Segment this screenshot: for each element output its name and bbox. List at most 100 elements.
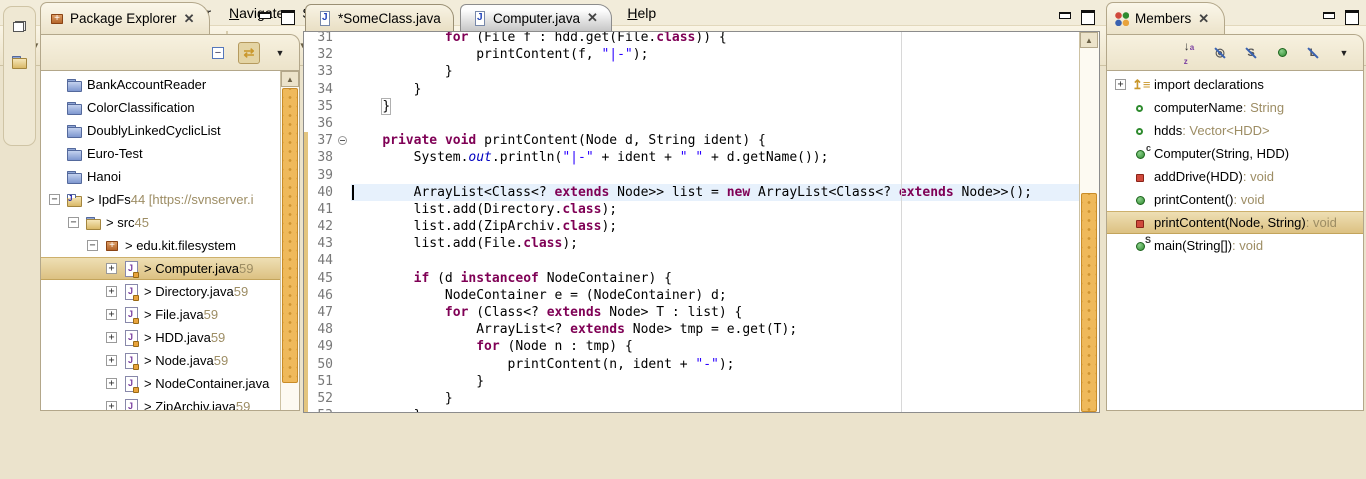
editor-tab--SomeClass-java[interactable]: *SomeClass.java: [305, 4, 454, 31]
tree-item-edu-kit-filesystem[interactable]: −> edu.kit.filesystem: [41, 234, 280, 257]
line-number: 31: [308, 31, 337, 46]
members-tab[interactable]: Members ✕: [1106, 2, 1225, 34]
tree-item-hanoi[interactable]: Hanoi: [41, 165, 280, 188]
expand-toggle[interactable]: +: [106, 309, 117, 320]
expand-toggle[interactable]: +: [106, 263, 117, 274]
open-perspective-icon[interactable]: [11, 54, 29, 70]
minimize-view-button[interactable]: [258, 10, 271, 21]
collapse-toggle[interactable]: −: [68, 217, 79, 228]
member-import-declarations[interactable]: +↥≡import declarations: [1107, 73, 1363, 96]
show-fields-button[interactable]: [1271, 42, 1293, 64]
maximize-editor-button[interactable]: [1081, 10, 1094, 21]
code-line-51[interactable]: }: [351, 373, 1079, 390]
tree-item-ziparchiv-java[interactable]: +> ZipArchiv.java 59: [41, 395, 280, 410]
collapse-fold-icon[interactable]: [338, 136, 347, 145]
minimize-view-button[interactable]: [1322, 10, 1335, 21]
code-editor[interactable]: 3132333435363738394041424344454647484950…: [303, 31, 1100, 413]
tree-item-directory-java[interactable]: +> Directory.java 59: [41, 280, 280, 303]
fold-column: [337, 31, 351, 46]
tree-item-ipdfs[interactable]: −> IpdFs 44 [https://svnserver.i: [41, 188, 280, 211]
svn-lock-badge: [133, 410, 139, 411]
tree-item-node-java[interactable]: +> Node.java 59: [41, 349, 280, 372]
gutter-line: 51: [304, 373, 351, 390]
link-with-editor-button[interactable]: ⇄: [238, 42, 260, 64]
member-printcontent-node-string-[interactable]: printContent(Node, String) : void: [1107, 211, 1363, 234]
close-tab-icon[interactable]: ✕: [586, 10, 599, 26]
code-line-47[interactable]: for (Class<? extends Node> T : list) {: [351, 304, 1079, 321]
expand-toggle[interactable]: +: [106, 355, 117, 366]
code-line-43[interactable]: list.add(File.class);: [351, 235, 1079, 252]
editor-scrollbar[interactable]: ▲: [1079, 32, 1099, 412]
sort-button[interactable]: ↓az: [1178, 42, 1200, 64]
view-menu-button[interactable]: ▼: [269, 42, 291, 64]
tree-item-euro-test[interactable]: Euro-Test: [41, 142, 280, 165]
code-line-53[interactable]: }: [351, 407, 1079, 412]
scroll-up-arrow[interactable]: ▲: [281, 71, 299, 87]
member-computername[interactable]: computerName : String: [1107, 96, 1363, 119]
member-computer-string-hdd-[interactable]: cComputer(String, HDD): [1107, 142, 1363, 165]
minimize-editor-button[interactable]: [1058, 10, 1071, 21]
gutter-line: 36: [304, 115, 351, 132]
code-line-41[interactable]: list.add(Directory.class);: [351, 201, 1079, 218]
hide-fields-button[interactable]: ◎: [1209, 42, 1231, 64]
tree-item-bankaccountreader[interactable]: BankAccountReader: [41, 73, 280, 96]
hide-static-members-button[interactable]: S: [1240, 42, 1262, 64]
collapse-toggle[interactable]: −: [87, 240, 98, 251]
java-file-icon: [123, 330, 139, 346]
member-printcontent-[interactable]: printContent() : void: [1107, 188, 1363, 211]
scroll-up-arrow[interactable]: ▲: [1080, 32, 1098, 48]
fold-column: [337, 321, 351, 338]
close-view-icon[interactable]: ✕: [183, 11, 196, 27]
collapse-all-button[interactable]: −: [207, 42, 229, 64]
expand-toggle[interactable]: +: [106, 401, 117, 410]
maximize-view-button[interactable]: [1345, 10, 1358, 21]
code-line-52[interactable]: }: [351, 390, 1079, 407]
expand-toggle[interactable]: +: [106, 332, 117, 343]
line-number: 42: [308, 218, 337, 235]
expand-toggle[interactable]: +: [1115, 79, 1126, 90]
tree-item-hdd-java[interactable]: +> HDD.java 59: [41, 326, 280, 349]
code-line-48[interactable]: ArrayList<? extends Node> tmp = e.get(T)…: [351, 321, 1079, 338]
scrollbar-thumb[interactable]: [282, 88, 298, 383]
member-main-string-[interactable]: Smain(String[]) : void: [1107, 234, 1363, 257]
tree-item-colorclassification[interactable]: ColorClassification: [41, 96, 280, 119]
code-line-50[interactable]: printContent(n, ident + "-");: [351, 356, 1079, 373]
code-line-42[interactable]: list.add(ZipArchiv.class);: [351, 218, 1079, 235]
close-view-icon[interactable]: ✕: [1197, 11, 1210, 27]
expand-toggle[interactable]: +: [106, 378, 117, 389]
code-line-46[interactable]: NodeContainer e = (NodeContainer) d;: [351, 287, 1079, 304]
java-file-icon: [123, 353, 139, 369]
tree-item-label: Euro-Test: [87, 146, 143, 161]
tree-item-file-java[interactable]: +> File.java 59: [41, 303, 280, 326]
tree-item-doublylinkedcycliclist[interactable]: DoublyLinkedCyclicList: [41, 119, 280, 142]
restore-window-icon[interactable]: [13, 21, 26, 32]
code-line-32[interactable]: printContent(f, "|-");: [351, 46, 1079, 63]
code-line-40[interactable]: ArrayList<Class<? extends Node>> list = …: [351, 184, 1079, 201]
member-hdds[interactable]: hdds : Vector<HDD>: [1107, 119, 1363, 142]
editor-tab-Computer-java[interactable]: Computer.java✕: [460, 4, 612, 31]
tree-item-computer-java[interactable]: +> Computer.java 59: [41, 257, 280, 280]
code-line-36[interactable]: [351, 115, 1079, 132]
gutter-line: 42: [304, 218, 351, 235]
tree-item-nodecontainer-java[interactable]: +> NodeContainer.java: [41, 372, 280, 395]
scrollbar-thumb[interactable]: [1081, 193, 1097, 412]
code-line-39[interactable]: [351, 167, 1079, 184]
view-menu-button[interactable]: ▼: [1333, 42, 1355, 64]
tree-item-src[interactable]: −> src 45: [41, 211, 280, 234]
code-line-35[interactable]: }: [351, 98, 1079, 115]
collapse-toggle[interactable]: −: [49, 194, 60, 205]
code-line-31[interactable]: for (File f : hdd.get(File.class)) {: [351, 32, 1079, 46]
code-line-34[interactable]: }: [351, 81, 1079, 98]
package-explorer-tab[interactable]: Package Explorer ✕: [40, 2, 210, 34]
maximize-view-button[interactable]: [281, 10, 294, 21]
member-adddrive-hdd-[interactable]: addDrive(HDD) : void: [1107, 165, 1363, 188]
hide-local-types-button[interactable]: L: [1302, 42, 1324, 64]
code-line-37[interactable]: private void printContent(Node d, String…: [351, 132, 1079, 149]
code-line-44[interactable]: [351, 252, 1079, 269]
code-line-33[interactable]: }: [351, 63, 1079, 80]
package-explorer-scrollbar[interactable]: ▲: [280, 71, 299, 410]
code-line-38[interactable]: System.out.println("|-" + ident + " " + …: [351, 149, 1079, 166]
code-line-49[interactable]: for (Node n : tmp) {: [351, 338, 1079, 355]
code-line-45[interactable]: if (d instanceof NodeContainer) {: [351, 270, 1079, 287]
expand-toggle[interactable]: +: [106, 286, 117, 297]
